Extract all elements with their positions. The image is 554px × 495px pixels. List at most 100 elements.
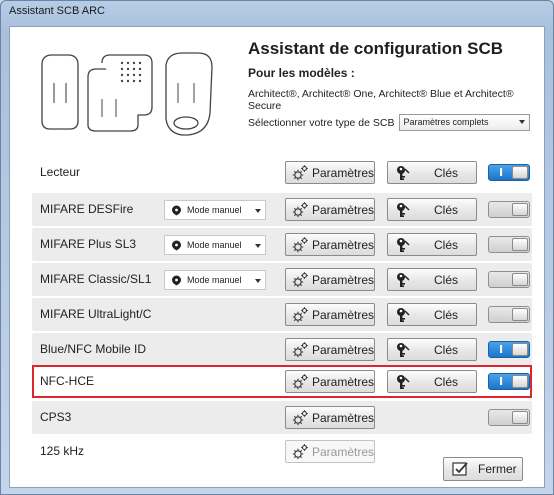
- page-title: Assistant de configuration SCB: [248, 39, 504, 58]
- parameters-label: Paramètres: [311, 342, 374, 357]
- parameters-button[interactable]: Paramètres: [285, 233, 375, 256]
- key-icon: [397, 374, 410, 389]
- key-icon: [397, 165, 410, 180]
- scb-type-row: Sélectionner votre type de SCB Paramètre…: [248, 114, 538, 131]
- reader-row: MIFARE Classic/SL1 Mode manuel Paramètres C…: [32, 263, 532, 296]
- row-label: 125 kHz: [40, 444, 85, 458]
- chevron-down-icon: [518, 120, 525, 124]
- gear-icon: [292, 272, 308, 288]
- parameters-label: Paramètres: [311, 444, 374, 459]
- enable-toggle[interactable]: I: [488, 341, 530, 358]
- reader-row: CPS3 Paramètres O: [32, 401, 532, 434]
- key-icon: [397, 237, 410, 252]
- row-label: MIFARE Classic/SL1: [40, 272, 152, 286]
- reader-row: MIFARE Plus SL3 Mode manuel Paramètres Clés…: [32, 228, 532, 261]
- enable-toggle[interactable]: O: [488, 306, 530, 323]
- checkmark-icon: [452, 462, 468, 476]
- mode-select[interactable]: Mode manuel: [164, 200, 266, 220]
- parameters-button[interactable]: Paramètres: [285, 198, 375, 221]
- enable-toggle[interactable]: O: [488, 236, 530, 253]
- mode-select[interactable]: Mode manuel: [164, 235, 266, 255]
- reader-row: Blue/NFC Mobile ID Paramètres Clés I: [32, 333, 532, 366]
- reader-row: MIFARE DESFire Mode manuel Paramètres Clés O: [32, 193, 532, 226]
- gear-icon: [292, 410, 308, 426]
- window-titlebar[interactable]: Assistant SCB ARC: [1, 1, 553, 25]
- header-text: Assistant de configuration SCB Pour les …: [248, 39, 538, 131]
- close-label: Fermer: [478, 462, 517, 476]
- gear-icon: [292, 307, 308, 323]
- enable-toggle[interactable]: I: [488, 373, 530, 390]
- keys-button[interactable]: Clés: [387, 198, 477, 221]
- parameters-label: Paramètres: [311, 272, 374, 287]
- reader-row: Lecteur Paramètres Clés I: [32, 156, 532, 189]
- key-icon: [397, 202, 410, 217]
- parameters-button[interactable]: Paramètres: [285, 268, 375, 291]
- keys-label: Clés: [434, 237, 459, 252]
- reader-row: NFC-HCE Paramètres Clés I: [32, 365, 532, 398]
- badge-icon: [172, 205, 181, 216]
- toggle-knob: [512, 375, 528, 388]
- chevron-down-icon: [255, 279, 261, 283]
- parameters-label: Paramètres: [311, 237, 374, 252]
- enable-toggle[interactable]: O: [488, 409, 530, 426]
- chevron-down-icon: [255, 244, 261, 248]
- scb-type-select[interactable]: Paramètres complets: [398, 114, 530, 131]
- parameters-button[interactable]: Paramètres: [285, 406, 375, 429]
- toggle-glyph: I: [499, 343, 504, 356]
- reader-illustration: [41, 52, 213, 136]
- keys-button[interactable]: Clés: [387, 338, 477, 361]
- keys-label: Clés: [434, 307, 459, 322]
- badge-icon: [172, 275, 181, 286]
- models-heading: Pour les modèles :: [248, 66, 355, 80]
- enable-toggle[interactable]: O: [488, 201, 530, 218]
- close-button[interactable]: Fermer: [443, 457, 523, 481]
- keys-label: Clés: [434, 202, 459, 217]
- gear-icon: [292, 342, 308, 358]
- gear-icon: [292, 374, 308, 390]
- models-list: Architect®, Architect® One, Architect® B…: [248, 88, 514, 112]
- toggle-knob: [512, 238, 528, 251]
- parameters-button[interactable]: Paramètres: [285, 303, 375, 326]
- parameters-button[interactable]: Paramètres: [285, 161, 375, 184]
- toggle-knob: [512, 411, 528, 424]
- mode-value: Mode manuel: [187, 240, 242, 250]
- window-title: Assistant SCB ARC: [9, 5, 105, 17]
- keys-button[interactable]: Clés: [387, 370, 477, 393]
- toggle-glyph: I: [499, 375, 504, 388]
- key-icon: [397, 272, 410, 287]
- row-label: MIFARE DESFire: [40, 202, 134, 216]
- mode-value: Mode manuel: [187, 275, 242, 285]
- key-icon: [397, 307, 410, 322]
- keys-button[interactable]: Clés: [387, 161, 477, 184]
- row-label: NFC-HCE: [40, 374, 94, 388]
- toggle-knob: [512, 203, 528, 216]
- enable-toggle[interactable]: O: [488, 271, 530, 288]
- reader-row: MIFARE UltraLight/C Paramètres Clés O: [32, 298, 532, 331]
- row-label: CPS3: [40, 410, 72, 424]
- parameters-button[interactable]: Paramètres: [285, 338, 375, 361]
- dialog-content: Assistant de configuration SCB Pour les …: [9, 26, 545, 488]
- keys-button[interactable]: Clés: [387, 233, 477, 256]
- key-icon: [397, 342, 410, 357]
- gear-icon: [292, 165, 308, 181]
- toggle-glyph: I: [499, 166, 504, 179]
- keys-button[interactable]: Clés: [387, 303, 477, 326]
- parameters-button[interactable]: Paramètres: [285, 370, 375, 393]
- row-label: MIFARE Plus SL3: [40, 237, 137, 251]
- row-label: Lecteur: [40, 165, 81, 179]
- enable-toggle[interactable]: I: [488, 164, 530, 181]
- keys-label: Clés: [434, 165, 459, 180]
- gear-icon: [292, 202, 308, 218]
- mode-select[interactable]: Mode manuel: [164, 270, 266, 290]
- toggle-knob: [512, 308, 528, 321]
- chevron-down-icon: [255, 209, 261, 213]
- parameters-label: Paramètres: [311, 374, 374, 389]
- parameters-label: Paramètres: [311, 410, 374, 425]
- row-label: MIFARE UltraLight/C: [40, 307, 152, 321]
- parameters-label: Paramètres: [311, 202, 374, 217]
- keys-button[interactable]: Clés: [387, 268, 477, 291]
- scb-type-value: Paramètres complets: [403, 117, 489, 127]
- parameters-button[interactable]: Paramètres: [285, 440, 375, 463]
- parameters-label: Paramètres: [311, 165, 374, 180]
- gear-icon: [292, 237, 308, 253]
